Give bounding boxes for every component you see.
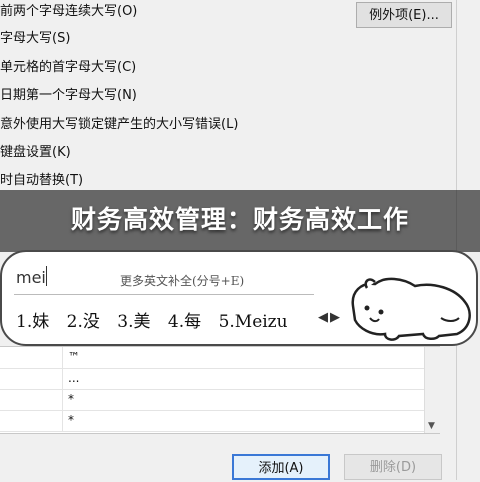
ime-caret [46,266,47,286]
triangle-right-icon[interactable]: ▶ [330,310,340,325]
triangle-left-icon[interactable]: ◀ [318,310,328,325]
polar-bear-icon [351,277,471,341]
ime-candidate[interactable]: 3.美 [117,312,150,332]
exceptions-button[interactable]: 例外项(E)... [356,2,452,28]
scroll-down-icon[interactable]: ▼ [428,421,435,431]
option-capitalize-day-names[interactable]: 日期第一个字母大写(N) [0,87,137,105]
option-replace-as-you-type[interactable]: 时自动替换(T) [0,172,83,190]
delete-button[interactable]: 删除(D) [344,454,442,480]
table-row[interactable]: ™ [0,347,424,369]
option-correct-caps-lock[interactable]: 意外使用大写锁定键产生的大小写错误(L) [0,116,238,134]
ime-candidate-list: 1.妹 2.没 3.美 4.每 5.Meizu [16,307,300,332]
ime-divider [14,294,314,295]
table-cell: * [68,392,74,406]
option-capitalize-table-cells[interactable]: 单元格的首字母大写(C) [0,59,136,77]
ime-candidate[interactable]: 4.每 [168,312,201,332]
ime-candidate[interactable]: 5.Meizu [219,312,288,332]
replace-table[interactable]: ™ ... * * ▼ [0,346,441,434]
add-button[interactable]: 添加(A) [232,454,330,480]
table-cell: ™ [68,350,80,364]
table-row[interactable]: * [0,389,424,411]
ime-candidate[interactable]: 2.没 [67,312,100,332]
option-capitalize-first-letter[interactable]: 字母大写(S) [0,30,70,48]
banner-title: 财务高效管理：财务高效工作 [70,205,409,234]
option-keyboard-settings[interactable]: 键盘设置(K) [0,144,71,162]
option-two-initial-capitals[interactable]: 前两个字母连续大写(O) [0,3,137,21]
ime-candidate[interactable]: 1.妹 [16,312,49,332]
table-cell: * [68,413,74,427]
ime-pager: ◀ ▶ [318,310,342,325]
ime-composition-text: mei [16,268,46,287]
table-cell: ... [68,371,80,385]
ime-hint[interactable]: 更多英文补全(分号+E) [120,272,244,289]
table-row[interactable]: ... [0,368,424,390]
table-row[interactable]: * [0,410,424,432]
table-scrollbar[interactable]: ▼ [424,347,441,433]
